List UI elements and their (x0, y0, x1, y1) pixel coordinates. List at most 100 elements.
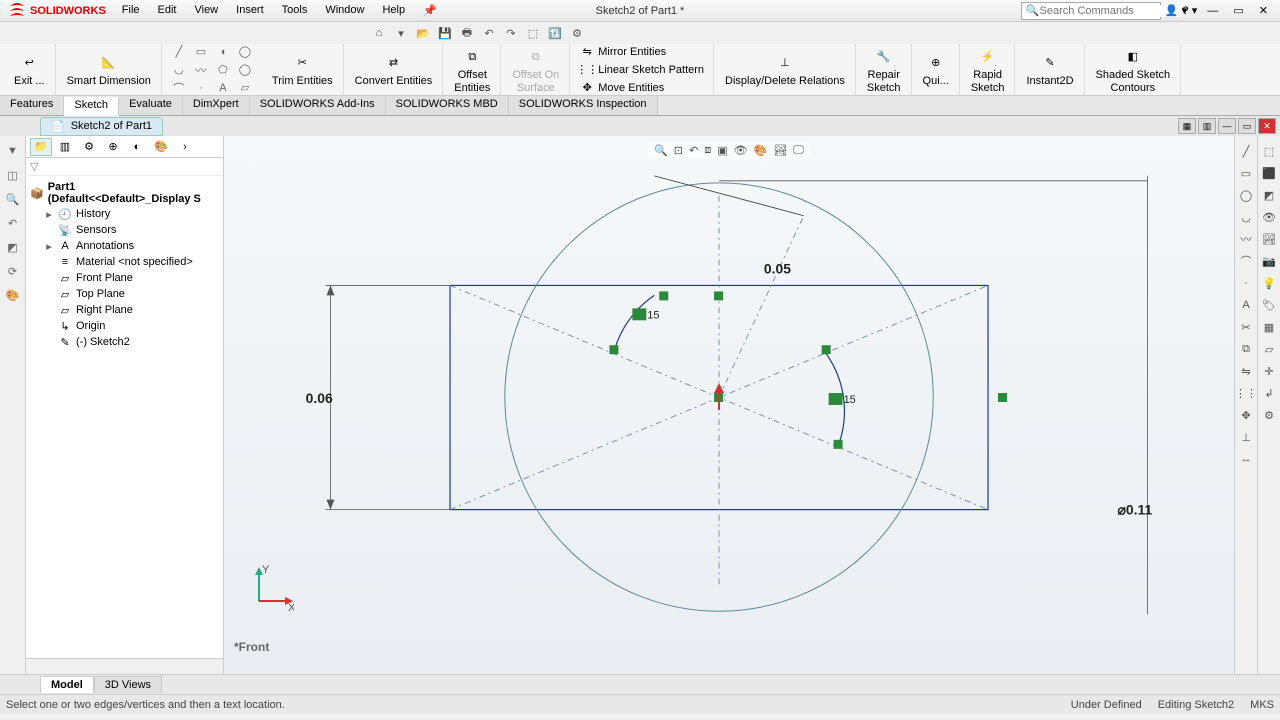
relation-marker[interactable] (659, 291, 668, 300)
convert-entities-button[interactable]: ⇄ Convert Entities (351, 49, 437, 89)
sketch-line-icon[interactable]: ╱ (1237, 142, 1255, 160)
relation-marker[interactable] (822, 345, 831, 354)
view-origin-icon[interactable]: ↲ (1260, 384, 1278, 402)
menu-window[interactable]: Window (317, 2, 372, 19)
text-tool-icon[interactable]: A (213, 80, 233, 96)
view-scene-icon[interactable]: 🏞 (1260, 230, 1278, 248)
select-filter-icon[interactable]: ▼ (4, 142, 22, 160)
rebuild-icon[interactable]: 🔃 (546, 24, 564, 42)
fm-appearance-tab-icon[interactable]: 🎨 (150, 138, 172, 156)
tree-right-plane[interactable]: ▱Right Plane (42, 302, 221, 318)
view-camera-icon[interactable]: 📷 (1260, 252, 1278, 270)
previous-view-icon[interactable]: ↶ (4, 214, 22, 232)
rapid-sketch-button[interactable]: ⚡ Rapid Sketch (967, 43, 1009, 95)
menu-tools[interactable]: Tools (274, 2, 316, 19)
new-icon[interactable]: ▾ (392, 24, 410, 42)
menu-help[interactable]: Help (374, 2, 413, 19)
shaded-contours-button[interactable]: ◧ Shaded Sketch Contours (1092, 43, 1175, 95)
sketch-pattern-icon[interactable]: ⋮⋮ (1237, 384, 1255, 402)
win-cascade-icon[interactable]: ▥ (1198, 118, 1216, 134)
view-axes-icon[interactable]: ✛ (1260, 362, 1278, 380)
menu-pin-icon[interactable]: 📌 (415, 2, 445, 19)
sketch-dim-icon[interactable]: ↔ (1237, 450, 1255, 468)
user-icon[interactable]: 👤 (1165, 4, 1179, 17)
repair-sketch-button[interactable]: 🔧 Repair Sketch (863, 43, 905, 95)
tree-top-plane[interactable]: ▱Top Plane (42, 286, 221, 302)
tab-mbd[interactable]: SOLIDWORKS MBD (386, 96, 509, 115)
fm-dimxpert-tab-icon[interactable]: ⊕ (102, 138, 124, 156)
help-icon[interactable]: ? ▾ (1183, 4, 1198, 17)
instant2d-button[interactable]: ✎ Instant2D (1022, 49, 1077, 89)
view-cog-icon[interactable]: ⚙ (1260, 406, 1278, 424)
view-decals-icon[interactable]: 🏷 (1260, 296, 1278, 314)
tree-material[interactable]: ≡Material <not specified> (42, 254, 221, 270)
view-grid-icon[interactable]: ▦ (1260, 318, 1278, 336)
open-icon[interactable]: 📂 (414, 24, 432, 42)
menu-insert[interactable]: Insert (228, 2, 272, 19)
tab-addins[interactable]: SOLIDWORKS Add-Ins (250, 96, 386, 115)
menu-view[interactable]: View (186, 2, 226, 19)
exit-sketch-button[interactable]: ↩ Exit ... (10, 49, 49, 89)
select-icon[interactable]: ⬚ (524, 24, 542, 42)
paint-format-icon[interactable]: 🎨 (4, 286, 22, 304)
menu-file[interactable]: File (114, 2, 148, 19)
relation-marker[interactable] (714, 291, 723, 300)
plane-tool-icon[interactable]: ▱ (235, 80, 255, 96)
bottom-tab-model[interactable]: Model (40, 676, 94, 693)
sketch-arc-icon[interactable]: ◡ (1237, 208, 1255, 226)
sketch-rect-icon[interactable]: ▭ (1237, 164, 1255, 182)
feature-selection-icon[interactable]: ◫ (4, 166, 22, 184)
sketch-text-icon[interactable]: A (1237, 296, 1255, 314)
offset-entities-button[interactable]: ⧉ Offset Entities (450, 43, 494, 95)
bottom-tab-3dviews[interactable]: 3D Views (94, 676, 162, 693)
tree-history[interactable]: ▸🕘History (42, 206, 221, 222)
slot-tool-icon[interactable]: ◖ (213, 44, 233, 60)
tree-origin[interactable]: ↳Origin (42, 318, 221, 334)
view-hide-icon[interactable]: 👁 (1260, 208, 1278, 226)
search-commands[interactable]: 🔍 ▾ (1021, 2, 1161, 20)
view-iso-icon[interactable]: ⬛ (1260, 164, 1278, 182)
polygon-tool-icon[interactable]: ⬠ (213, 62, 233, 78)
sketch-point-icon[interactable]: · (1237, 274, 1255, 292)
sketch-trim-icon[interactable]: ✂ (1237, 318, 1255, 336)
ellipse-tool-icon[interactable]: ◯ (235, 62, 255, 78)
redo-icon[interactable]: ↷ (502, 24, 520, 42)
tab-features[interactable]: Features (0, 96, 64, 115)
rectangle-tool-icon[interactable]: ▭ (191, 44, 211, 60)
mirror-entities-button[interactable]: ⇋Mirror Entities (577, 44, 707, 60)
dynamic-view-icon[interactable]: ⟳ (4, 262, 22, 280)
fm-filter[interactable]: ▽ (26, 158, 223, 176)
graphics-viewport[interactable]: 🔍 ⊡ ↶ ⧈ ▣ 👁 🎨 🏞 🖵 (224, 136, 1234, 674)
sketch-relation-icon[interactable]: ⊥ (1237, 428, 1255, 446)
tree-annotations[interactable]: ▸AAnnotations (42, 238, 221, 254)
fm-scrollbar[interactable] (26, 658, 223, 674)
tab-inspection[interactable]: SOLIDWORKS Inspection (509, 96, 658, 115)
view-section-icon[interactable]: ◩ (1260, 186, 1278, 204)
menu-edit[interactable]: Edit (150, 2, 185, 19)
fm-display-tab-icon[interactable]: ◐ (126, 138, 148, 156)
point-tool-icon[interactable]: · (191, 80, 211, 96)
tab-evaluate[interactable]: Evaluate (119, 96, 183, 115)
tab-dimxpert[interactable]: DimXpert (183, 96, 250, 115)
tree-sketch2[interactable]: ✎(-) Sketch2 (42, 334, 221, 350)
fm-config-tab-icon[interactable]: ⚙ (78, 138, 100, 156)
document-tab[interactable]: 📄 Sketch2 of Part1 (40, 117, 163, 136)
win-close-icon[interactable]: ✕ (1258, 118, 1276, 134)
win-min-icon[interactable]: — (1218, 118, 1236, 134)
close-button[interactable]: ✕ (1253, 3, 1274, 19)
arc-tool-icon[interactable]: ◡ (169, 62, 189, 78)
win-tile-icon[interactable]: ▦ (1178, 118, 1196, 134)
search-input[interactable] (1040, 5, 1182, 17)
home-icon[interactable]: ⌂ (370, 24, 388, 42)
display-relations-button[interactable]: ⊥ Display/Delete Relations (721, 49, 849, 89)
leader-line-2[interactable] (654, 176, 803, 216)
restore-button[interactable]: ▭ (1227, 3, 1249, 19)
dim-value-top[interactable]: 0.05 (764, 260, 791, 276)
sketch-arc-left[interactable] (614, 295, 654, 350)
dim-value-height[interactable]: 0.06 (306, 390, 333, 406)
tree-front-plane[interactable]: ▱Front Plane (42, 270, 221, 286)
spline-tool-icon[interactable]: 〰 (191, 62, 211, 78)
sketch-fillet-icon[interactable]: ⌒ (1237, 252, 1255, 270)
view-light-icon[interactable]: 💡 (1260, 274, 1278, 292)
relation-marker[interactable] (834, 440, 843, 449)
